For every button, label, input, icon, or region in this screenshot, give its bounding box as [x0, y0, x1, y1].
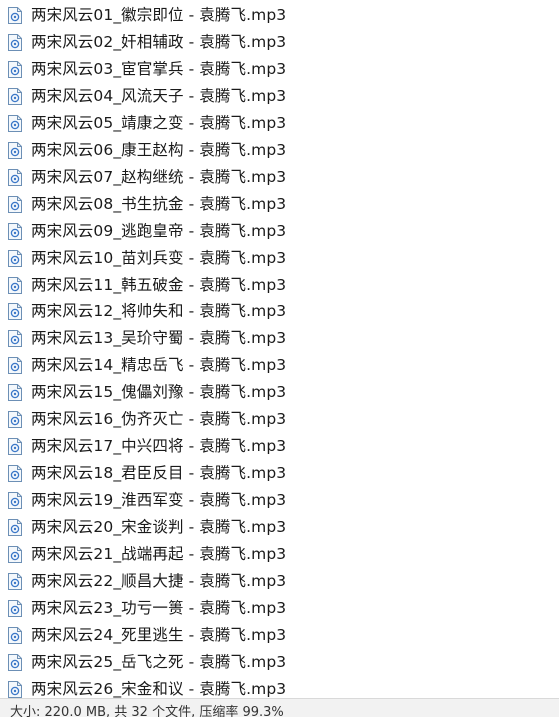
- audio-file-icon: [8, 7, 22, 24]
- file-name: 两宋风云13_吴玠守蜀 - 袁腾飞.mp3: [31, 329, 287, 348]
- file-row[interactable]: 两宋风云04_风流天子 - 袁腾飞.mp3: [0, 83, 559, 110]
- audio-file-icon: [8, 626, 22, 644]
- file-name: 两宋风云03_宦官掌兵 - 袁腾飞.mp3: [31, 59, 287, 78]
- audio-file-icon: [8, 114, 22, 132]
- audio-file-icon: [8, 411, 22, 429]
- file-name: 两宋风云19_淮西军变 - 袁腾飞.mp3: [31, 491, 287, 510]
- file-row[interactable]: 两宋风云16_伪齐灭亡 - 袁腾飞.mp3: [0, 406, 559, 433]
- file-name: 两宋风云20_宋金谈判 - 袁腾飞.mp3: [31, 518, 287, 537]
- file-name: 两宋风云06_康王赵构 - 袁腾飞.mp3: [31, 140, 287, 159]
- audio-file-icon: [8, 465, 22, 483]
- audio-file-icon: [8, 303, 22, 321]
- file-row[interactable]: 两宋风云09_逃跑皇帝 - 袁腾飞.mp3: [0, 218, 559, 245]
- file-row[interactable]: 两宋风云22_顺昌大捷 - 袁腾飞.mp3: [0, 568, 559, 595]
- file-name: 两宋风云24_死里逃生 - 袁腾飞.mp3: [31, 625, 287, 644]
- file-name: 两宋风云14_精忠岳飞 - 袁腾飞.mp3: [31, 356, 287, 375]
- audio-file-icon: [8, 384, 22, 402]
- file-name: 两宋风云17_中兴四将 - 袁腾飞.mp3: [31, 437, 287, 456]
- file-name: 两宋风云22_顺昌大捷 - 袁腾飞.mp3: [31, 571, 287, 590]
- audio-file-icon: [8, 60, 22, 78]
- file-name: 两宋风云11_韩五破金 - 袁腾飞.mp3: [31, 275, 287, 294]
- status-bar: 大小: 220.0 MB, 共 32 个文件, 压缩率 99.3%: [0, 698, 559, 717]
- file-name: 两宋风云12_将帅失和 - 袁腾飞.mp3: [31, 302, 287, 321]
- audio-file-icon: [8, 87, 22, 105]
- file-row[interactable]: 两宋风云07_赵构继统 - 袁腾飞.mp3: [0, 164, 559, 191]
- file-row[interactable]: 两宋风云18_君臣反目 - 袁腾飞.mp3: [0, 460, 559, 487]
- audio-file-icon: [8, 222, 22, 240]
- file-row[interactable]: 两宋风云06_康王赵构 - 袁腾飞.mp3: [0, 137, 559, 164]
- audio-file-icon: [8, 249, 22, 267]
- file-name: 两宋风云25_岳飞之死 - 袁腾飞.mp3: [31, 652, 287, 671]
- file-row[interactable]: 两宋风云23_功亏一篑 - 袁腾飞.mp3: [0, 595, 559, 622]
- audio-file-icon: [8, 33, 22, 51]
- file-name: 两宋风云21_战端再起 - 袁腾飞.mp3: [31, 545, 287, 563]
- file-list[interactable]: 两宋风云01_徽宗即位 - 袁腾飞.mp3 两宋风云02_奸相辅政 - 袁腾飞.m…: [0, 0, 559, 698]
- file-row[interactable]: 两宋风云10_苗刘兵变 - 袁腾飞.mp3: [0, 245, 559, 272]
- file-name: 两宋风云07_赵构继统 - 袁腾飞.mp3: [31, 167, 287, 186]
- file-row[interactable]: 两宋风云24_死里逃生 - 袁腾飞.mp3: [0, 622, 559, 649]
- file-row[interactable]: 两宋风云25_岳飞之死 - 袁腾飞.mp3: [0, 649, 559, 676]
- audio-file-icon: [8, 492, 22, 510]
- audio-file-icon: [8, 572, 22, 590]
- file-name: 两宋风云02_奸相辅政 - 袁腾飞.mp3: [31, 32, 287, 51]
- file-name: 两宋风云01_徽宗即位 - 袁腾飞.mp3: [31, 6, 287, 24]
- audio-file-icon: [8, 599, 22, 617]
- file-row[interactable]: 两宋风云15_傀儡刘豫 - 袁腾飞.mp3: [0, 379, 559, 406]
- audio-file-icon: [8, 546, 22, 563]
- file-row[interactable]: 两宋风云08_书生抗金 - 袁腾飞.mp3: [0, 191, 559, 218]
- file-row[interactable]: 两宋风云14_精忠岳飞 - 袁腾飞.mp3: [0, 352, 559, 379]
- file-row[interactable]: 两宋风云19_淮西军变 - 袁腾飞.mp3: [0, 487, 559, 514]
- file-row[interactable]: 两宋风云03_宦官掌兵 - 袁腾飞.mp3: [0, 56, 559, 83]
- audio-file-icon: [8, 168, 22, 186]
- file-row[interactable]: 两宋风云12_将帅失和 - 袁腾飞.mp3: [0, 298, 559, 325]
- file-name: 两宋风云16_伪齐灭亡 - 袁腾飞.mp3: [31, 410, 287, 429]
- file-name: 两宋风云04_风流天子 - 袁腾飞.mp3: [31, 86, 287, 105]
- audio-file-icon: [8, 357, 22, 375]
- audio-file-icon: [8, 195, 22, 213]
- file-row[interactable]: 两宋风云05_靖康之变 - 袁腾飞.mp3: [0, 110, 559, 137]
- audio-file-icon: [8, 330, 22, 348]
- file-row[interactable]: 两宋风云26_宋金和议 - 袁腾飞.mp3: [0, 676, 559, 698]
- file-name: 两宋风云26_宋金和议 - 袁腾飞.mp3: [31, 679, 287, 698]
- file-name: 两宋风云08_书生抗金 - 袁腾飞.mp3: [31, 194, 287, 213]
- file-row[interactable]: 两宋风云13_吴玠守蜀 - 袁腾飞.mp3: [0, 325, 559, 352]
- file-row[interactable]: 两宋风云11_韩五破金 - 袁腾飞.mp3: [0, 272, 559, 299]
- file-name: 两宋风云23_功亏一篑 - 袁腾飞.mp3: [31, 598, 287, 617]
- file-row[interactable]: 两宋风云20_宋金谈判 - 袁腾飞.mp3: [0, 514, 559, 541]
- file-name: 两宋风云15_傀儡刘豫 - 袁腾飞.mp3: [31, 383, 287, 402]
- file-name: 两宋风云18_君臣反目 - 袁腾飞.mp3: [31, 464, 287, 483]
- status-text: 大小: 220.0 MB, 共 32 个文件, 压缩率 99.3%: [10, 705, 284, 717]
- audio-file-icon: [8, 680, 22, 698]
- file-row[interactable]: 两宋风云17_中兴四将 - 袁腾飞.mp3: [0, 433, 559, 460]
- file-row[interactable]: 两宋风云01_徽宗即位 - 袁腾飞.mp3: [0, 2, 559, 29]
- audio-file-icon: [8, 438, 22, 456]
- file-name: 两宋风云10_苗刘兵变 - 袁腾飞.mp3: [31, 248, 287, 267]
- audio-file-icon: [8, 519, 22, 537]
- file-name: 两宋风云09_逃跑皇帝 - 袁腾飞.mp3: [31, 221, 287, 240]
- audio-file-icon: [8, 141, 22, 159]
- file-name: 两宋风云05_靖康之变 - 袁腾飞.mp3: [31, 113, 287, 132]
- audio-file-icon: [8, 276, 22, 294]
- file-row[interactable]: 两宋风云21_战端再起 - 袁腾飞.mp3: [0, 541, 559, 568]
- audio-file-icon: [8, 653, 22, 671]
- file-row[interactable]: 两宋风云02_奸相辅政 - 袁腾飞.mp3: [0, 29, 559, 56]
